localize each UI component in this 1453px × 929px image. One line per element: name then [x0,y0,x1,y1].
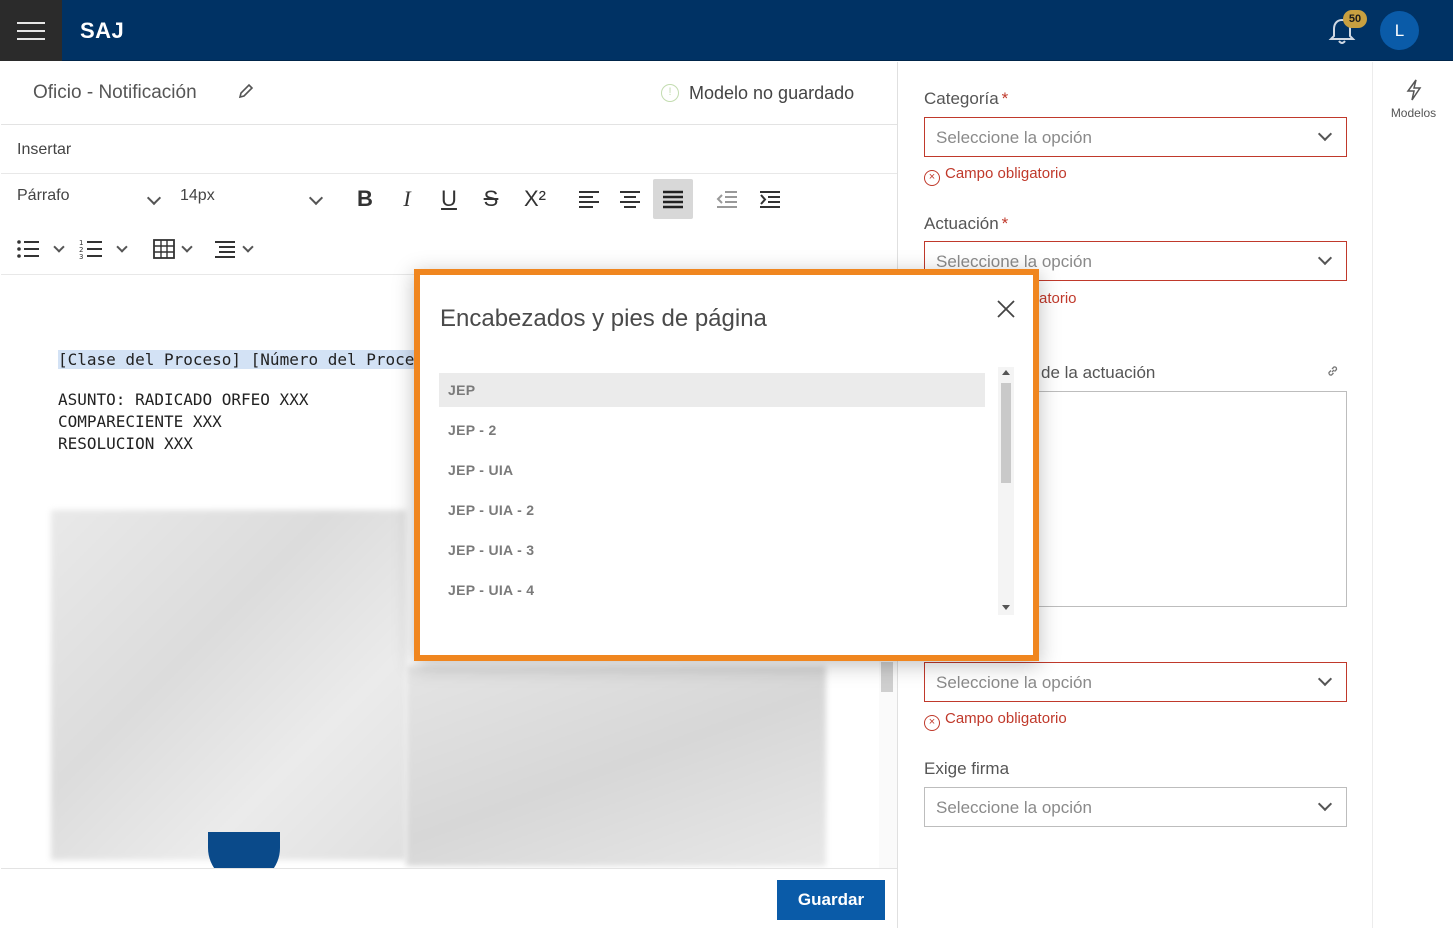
app-root: SAJ 50 L Oficio - Notificación ! Modelo … [0,0,1453,929]
list-item[interactable]: JEP - UIA - 3 [439,533,985,567]
list-scrollbar[interactable] [998,367,1014,615]
list-item[interactable]: JEP - UIA - 4 [439,573,985,607]
scroll-down-arrow-icon[interactable] [1002,605,1010,610]
list-item[interactable]: JEP [439,373,985,407]
list-item[interactable]: JEP - 2 [439,413,985,447]
close-icon[interactable] [992,295,1020,323]
list-scrollbar-thumb[interactable] [1001,383,1011,483]
modal-title: Encabezados y pies de página [440,305,767,332]
list-item[interactable]: JEP - UIA - 2 [439,493,985,527]
template-list[interactable]: JEP JEP - 2 JEP - UIA JEP - UIA - 2 JEP … [439,367,1015,615]
scroll-up-arrow-icon[interactable] [1002,370,1010,375]
list-item[interactable]: JEP - UIA [439,453,985,487]
headers-footers-modal: Encabezados y pies de página JEP JEP - 2… [414,269,1039,661]
